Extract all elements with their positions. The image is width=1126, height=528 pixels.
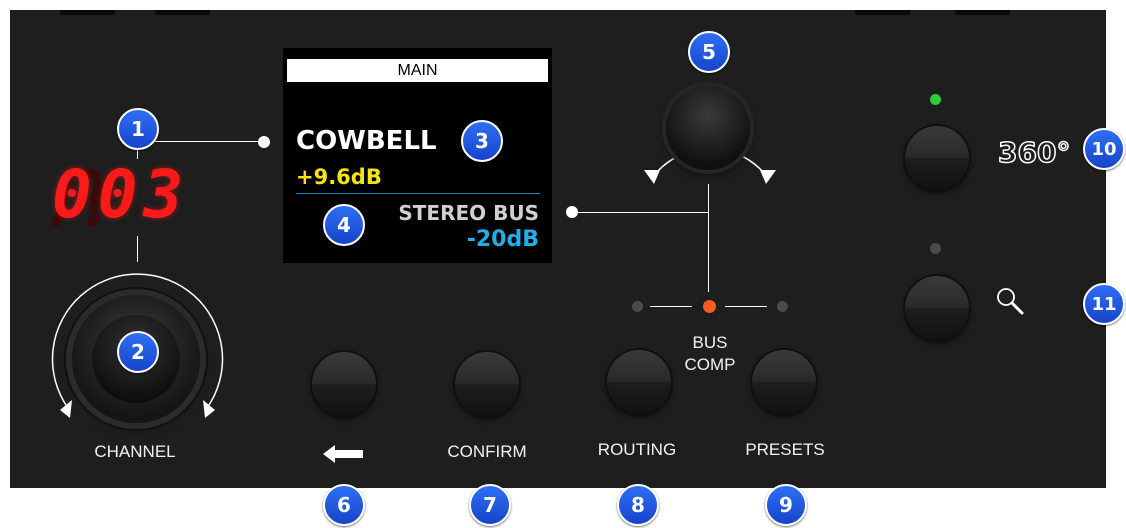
callout-4: 4 — [323, 204, 365, 246]
callout-5: 5 — [688, 31, 730, 73]
view360-button[interactable] — [905, 126, 969, 190]
routing-button[interactable] — [607, 350, 671, 414]
callout-line — [708, 184, 709, 292]
search-button[interactable] — [905, 276, 969, 340]
callout-6: 6 — [323, 484, 365, 526]
bus-gain: -20dB — [466, 227, 539, 252]
track-gain: +9.6dB — [296, 165, 382, 189]
callout-10: 10 — [1083, 128, 1125, 170]
callout-2: 2 — [117, 331, 159, 373]
main-encoder-knob[interactable] — [666, 86, 750, 170]
callout-8: 8 — [617, 484, 659, 526]
panel-tab — [60, 10, 115, 15]
track-name: COWBELL — [296, 126, 437, 156]
callout-3: 3 — [461, 120, 503, 162]
callout-dot — [258, 136, 270, 148]
confirm-label: CONFIRM — [447, 442, 527, 461]
callout-1: 1 — [117, 108, 159, 150]
bus-comp-label-2: COMP — [684, 355, 736, 374]
panel-tab — [155, 10, 210, 15]
led-off — [632, 301, 643, 312]
presets-label: PRESETS — [745, 440, 825, 459]
magnifier-icon — [995, 286, 1025, 316]
routing-label: ROUTING — [597, 440, 677, 459]
callout-line — [137, 141, 263, 142]
callout-11: 11 — [1083, 283, 1125, 325]
display-divider — [296, 193, 540, 194]
channel-digits: 003 — [52, 156, 190, 233]
search-led — [930, 243, 941, 254]
confirm-button[interactable] — [455, 352, 519, 416]
back-button[interactable] — [312, 352, 376, 416]
led-line — [650, 306, 692, 307]
callout-7: 7 — [469, 484, 511, 526]
panel-tab — [955, 10, 1010, 15]
presets-button[interactable] — [752, 350, 816, 414]
callout-9: 9 — [765, 484, 807, 526]
channel-label: CHANNEL — [94, 442, 176, 461]
view360-label: 360° — [997, 135, 1071, 170]
left-arrow-icon — [323, 444, 363, 464]
led-line — [725, 306, 767, 307]
bus-name: STEREO BUS — [398, 201, 539, 225]
view360-led — [930, 94, 941, 105]
panel-tab — [855, 10, 910, 15]
led-off — [777, 301, 788, 312]
callout-line — [575, 212, 709, 213]
callout-dot — [566, 206, 578, 218]
bus-comp-label-1: BUS — [692, 333, 728, 352]
display-header: MAIN — [287, 59, 548, 82]
led-active — [703, 300, 716, 313]
